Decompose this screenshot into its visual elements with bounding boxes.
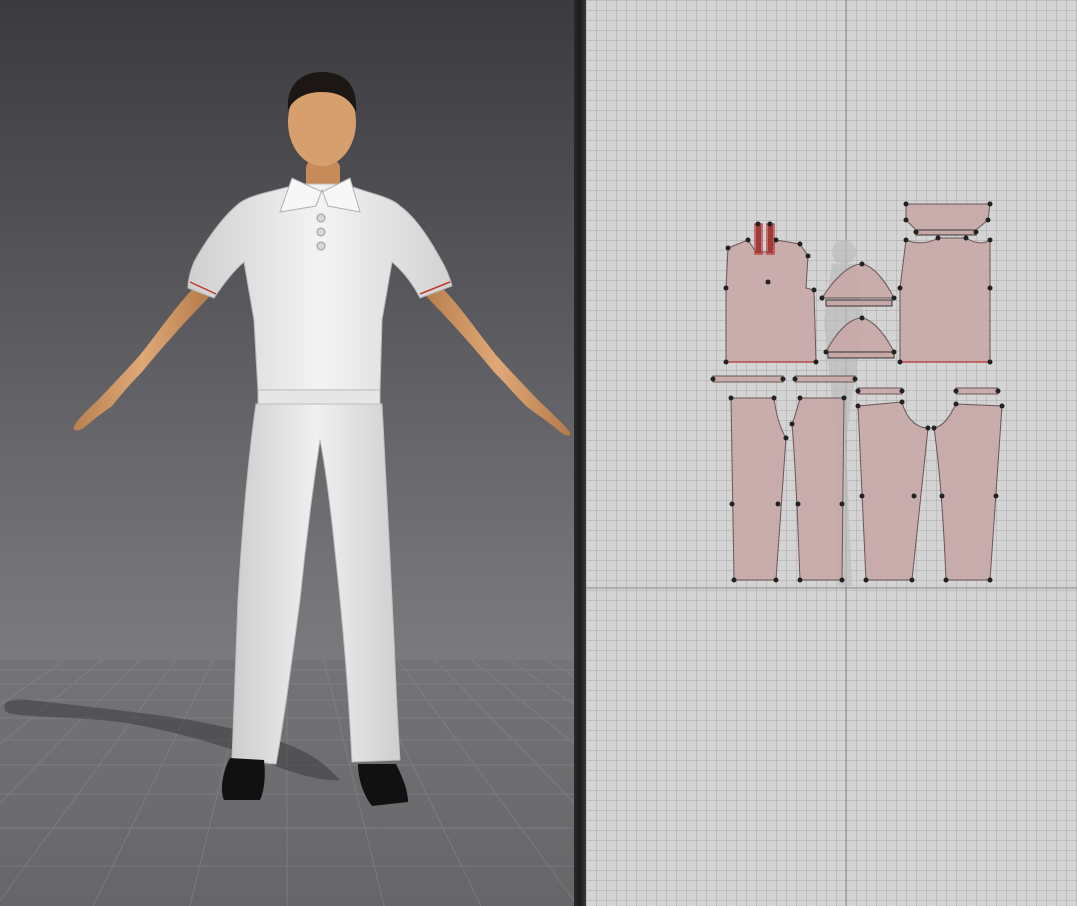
viewport-splitter[interactable]	[574, 0, 586, 906]
waistband-piece[interactable]	[955, 387, 999, 395]
waistband-piece[interactable]	[857, 387, 903, 395]
trouser-front-right-piece[interactable]	[791, 397, 845, 581]
collar-piece[interactable]	[905, 203, 991, 231]
trouser-front-left-piece[interactable]	[730, 397, 787, 581]
3d-scene[interactable]	[0, 0, 574, 906]
trouser-back-right-piece[interactable]	[933, 403, 1003, 581]
left-arm	[73, 282, 210, 431]
placket-buttons	[316, 213, 326, 251]
placket-fill	[756, 225, 773, 253]
2d-pattern-canvas[interactable]	[586, 0, 1077, 906]
right-arm	[426, 282, 571, 436]
shirt-back-piece[interactable]	[899, 237, 991, 363]
trouser-back-left-piece[interactable]	[857, 401, 929, 581]
waistband-piece[interactable]	[794, 375, 856, 383]
shirt-front-piece[interactable]	[725, 239, 817, 363]
waistband-piece[interactable]	[712, 375, 784, 383]
2d-pattern-viewport[interactable]	[586, 0, 1077, 906]
left-shoe	[222, 758, 265, 800]
3d-viewport[interactable]	[0, 0, 574, 906]
